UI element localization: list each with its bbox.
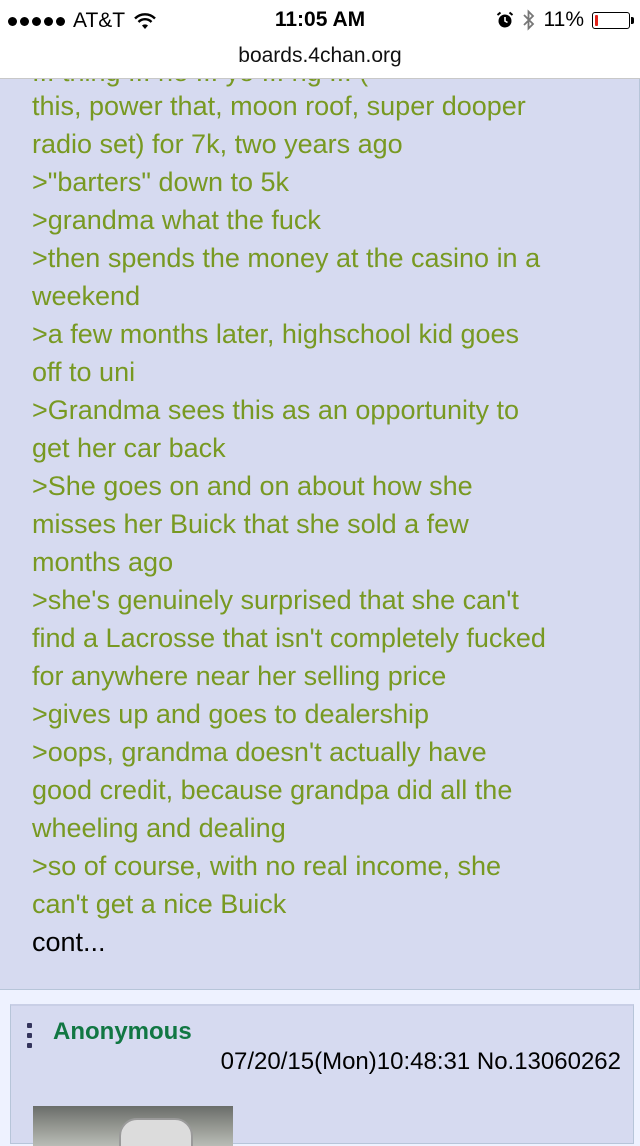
post-line: >so of course, with no real income, she — [32, 851, 501, 881]
post-meta: 07/20/15(Mon)10:48:31 No.13060262 — [221, 1048, 621, 1076]
post-line: weekend — [32, 281, 141, 311]
url-text[interactable]: boards.4chan.org — [238, 44, 401, 67]
post-line: can't get a nice Buick — [32, 889, 287, 919]
post-line: misses her Buick that she sold a few — [32, 509, 469, 539]
status-right: 11% — [496, 8, 634, 32]
car-image — [119, 1118, 193, 1146]
status-bar: AT&T 11:05 AM 11% — [0, 0, 640, 40]
url-bar[interactable]: boards.4chan.org — [0, 40, 640, 79]
post-line: find a Lacrosse that isn't completely fu… — [32, 623, 546, 653]
bluetooth-icon — [522, 9, 534, 31]
post-line: off to uni — [32, 357, 136, 387]
post-line: this, power that, moon roof, super doope… — [32, 91, 526, 121]
post-line: >grandma what the fuck — [32, 205, 321, 235]
post-line: for anywhere near her selling price — [32, 661, 447, 691]
post-body: ... thing ... he ... yo ... ng ... ( thi… — [0, 79, 640, 990]
battery-percent: 11% — [543, 8, 584, 31]
post-image-thumbnail[interactable] — [33, 1106, 233, 1146]
post-line: >oops, grandma doesn't actually have — [32, 737, 487, 767]
post-line: >a few months later, highschool kid goes — [32, 319, 520, 349]
post-line: >Grandma sees this as an opportunity to — [32, 395, 520, 425]
post-line: >gives up and goes to dealership — [32, 699, 430, 729]
next-post: Anonymous 07/20/15(Mon)10:48:31 No.13060… — [10, 1004, 634, 1146]
post-text: this, power that, moon roof, super doope… — [32, 87, 622, 961]
post-line: wheeling and dealing — [32, 813, 286, 843]
post-menu-icon[interactable] — [27, 1023, 35, 1049]
battery-icon — [592, 11, 634, 29]
post-line: get her car back — [32, 433, 226, 463]
post-line: radio set) for 7k, two years ago — [32, 129, 403, 159]
post-line: >"barters" down to 5k — [32, 167, 290, 197]
poster-name: Anonymous — [53, 1018, 192, 1045]
post-number-link[interactable]: No.13060262 — [477, 1048, 621, 1075]
post-line: cont... — [32, 927, 106, 957]
post-line: >she's genuinely surprised that she can'… — [32, 585, 519, 615]
alarm-icon — [496, 11, 513, 28]
post-line: good credit, because grandpa did all the — [32, 775, 513, 805]
post-line: >then spends the money at the casino in … — [32, 243, 541, 273]
battery-fill — [595, 14, 598, 26]
post-datetime: 07/20/15(Mon)10:48:31 — [220, 1048, 471, 1075]
post-line: >She goes on and on about how she — [32, 471, 473, 501]
post-line: months ago — [32, 547, 174, 577]
